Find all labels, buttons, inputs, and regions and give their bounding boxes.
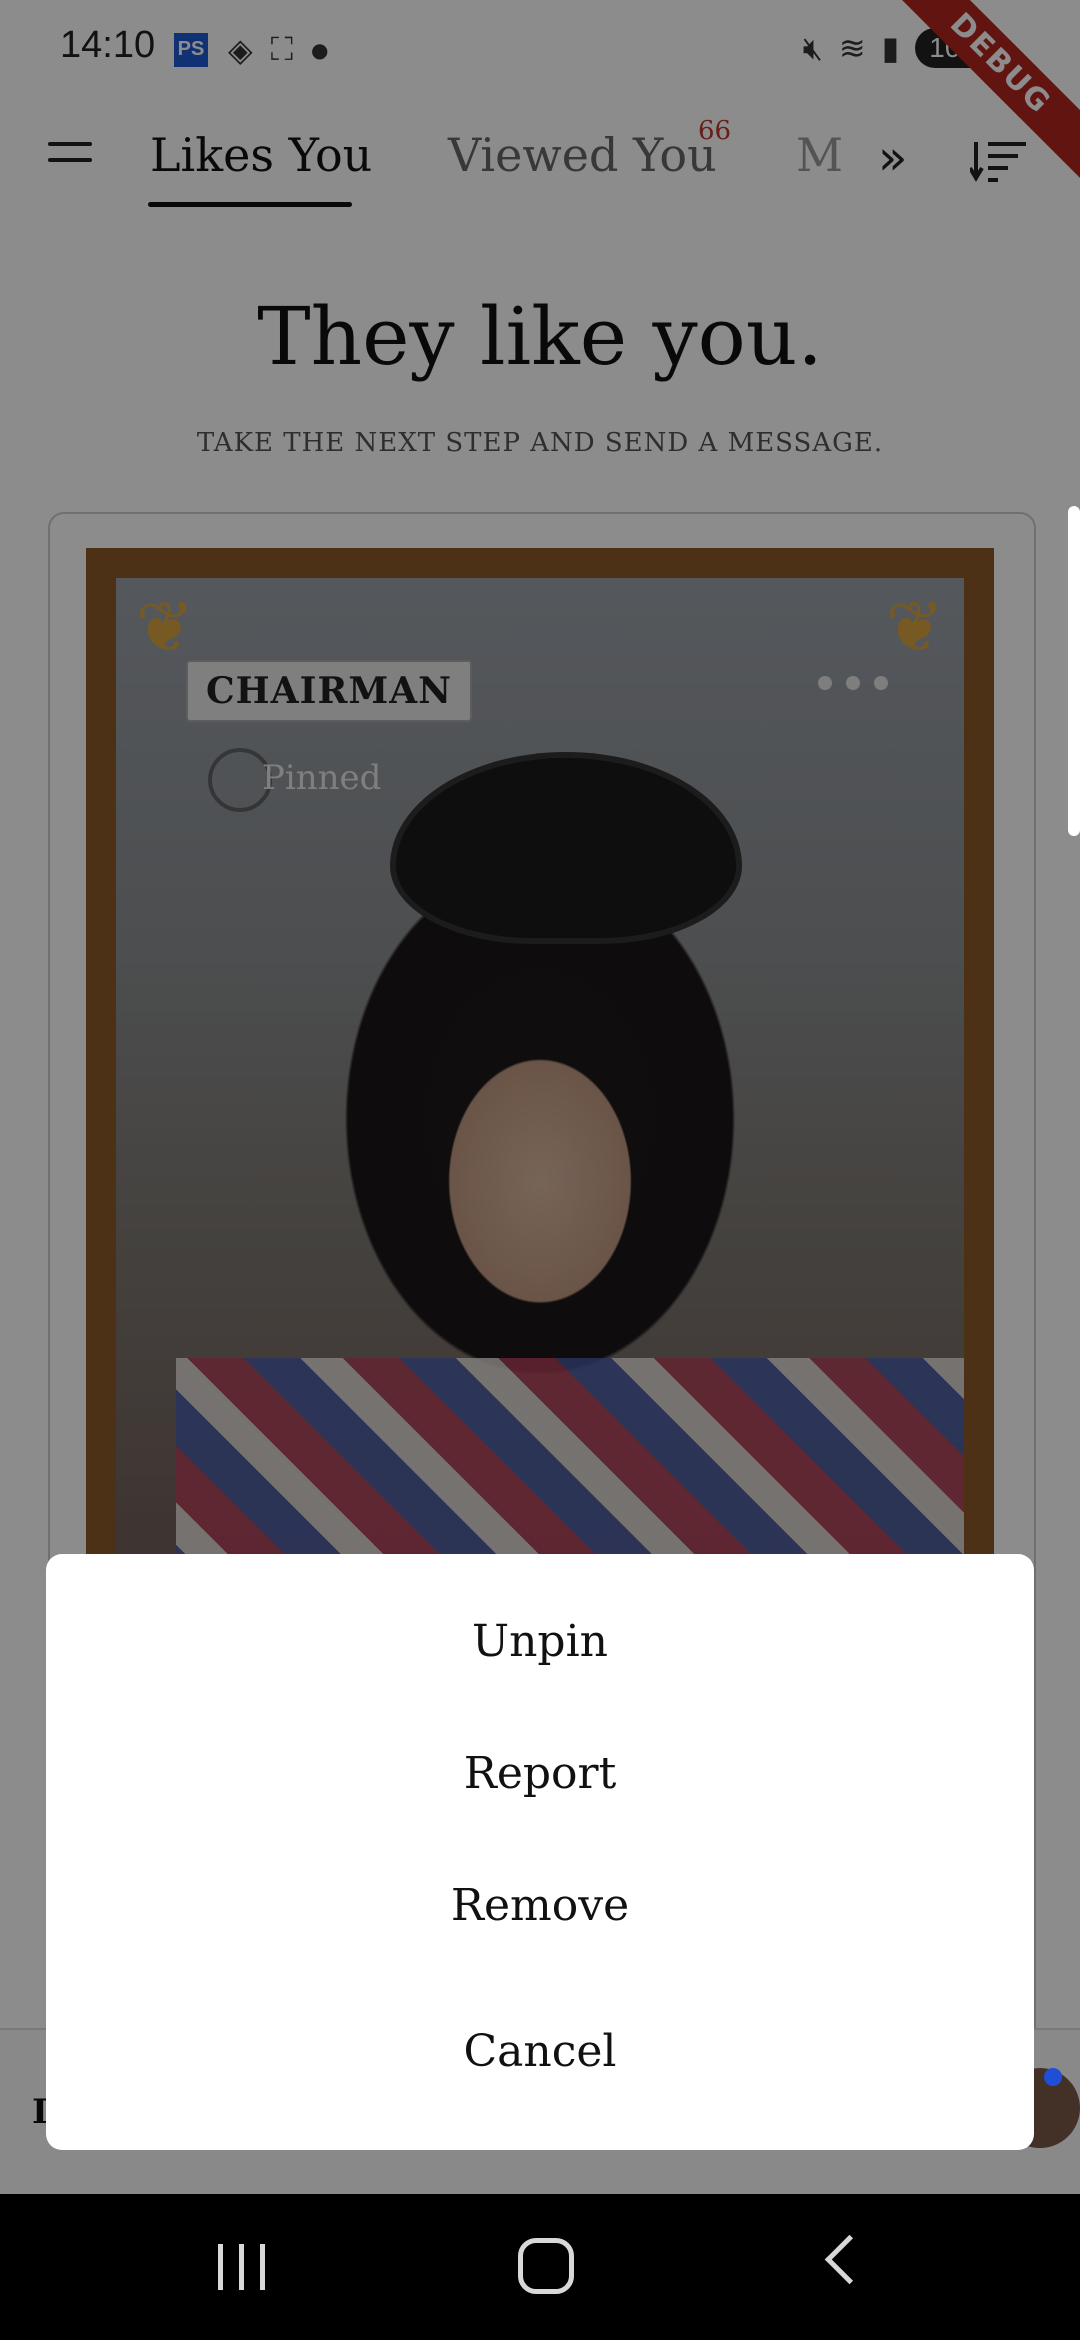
back-icon[interactable] bbox=[824, 2234, 875, 2285]
unpin-button[interactable]: Unpin bbox=[46, 1616, 1034, 1667]
home-icon[interactable] bbox=[518, 2238, 574, 2294]
report-button[interactable]: Report bbox=[46, 1748, 1034, 1799]
cancel-button[interactable]: Cancel bbox=[46, 2026, 1034, 2077]
remove-button[interactable]: Remove bbox=[46, 1880, 1034, 1931]
notification-dot bbox=[1044, 2068, 1062, 2086]
scrollbar[interactable] bbox=[1068, 506, 1080, 836]
action-sheet: Unpin Report Remove Cancel bbox=[46, 1554, 1034, 2150]
recents-icon[interactable] bbox=[218, 2244, 265, 2290]
system-nav-bar bbox=[0, 2194, 1080, 2340]
